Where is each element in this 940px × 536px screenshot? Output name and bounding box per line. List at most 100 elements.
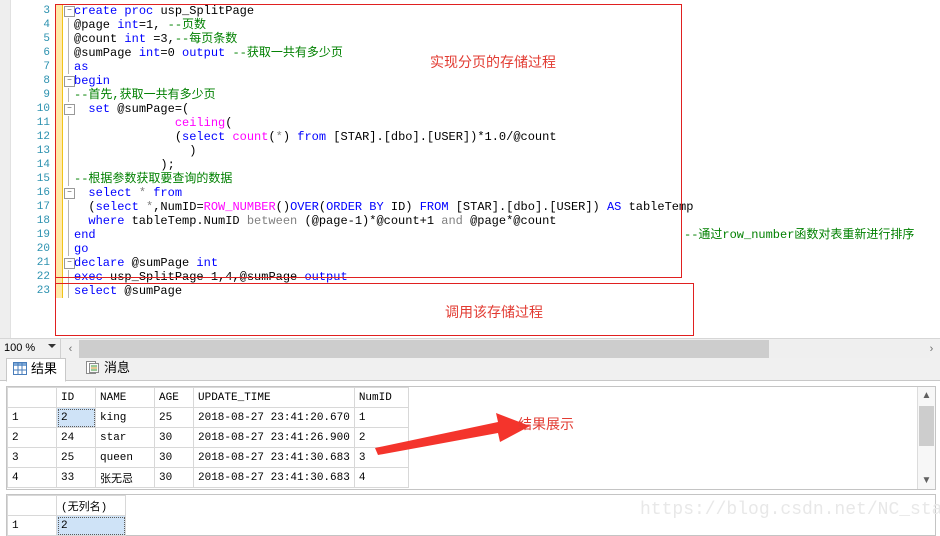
table-row[interactable]: 3 25 queen 30 2018-08-27 23:41:30.683 3 [7, 447, 409, 468]
code-line[interactable]: 10− set @sumPage=( [0, 102, 940, 116]
results-table[interactable]: ID NAME AGE UPDATE_TIME NumID 1 2 king 25 2018-08… [7, 387, 409, 488]
cell-output-value[interactable]: 2 [56, 515, 126, 536]
cell-numid[interactable]: 4 [353, 467, 409, 488]
column-header-numid[interactable]: NumID [353, 387, 409, 408]
fold-guide-line [68, 270, 69, 284]
tab-results[interactable]: 结果 [6, 358, 67, 382]
row-number-cell[interactable]: 1 [7, 407, 57, 428]
fold-guide-line [68, 32, 69, 46]
cell-id[interactable]: 25 [56, 447, 96, 468]
code-line[interactable]: 17 (select *,NumID=ROW_NUMBER()OVER(ORDE… [0, 200, 940, 214]
scroll-left-arrow-icon[interactable]: ‹ [62, 339, 79, 359]
row-number-cell[interactable]: 4 [7, 467, 57, 488]
message-icon [86, 360, 100, 374]
sql-editor-pane[interactable]: 3− create proc usp_SplitPage 4 @page int=1,… [0, 0, 940, 338]
code-line[interactable]: 3− create proc usp_SplitPage [0, 4, 940, 18]
scroll-right-arrow-icon[interactable]: › [923, 339, 940, 359]
output-value-table[interactable]: (无列名) 1 2 [7, 495, 126, 536]
line-number: 18 [36, 215, 50, 227]
scroll-up-arrow-icon[interactable]: ▲ [918, 387, 935, 404]
cell-numid[interactable]: 3 [353, 447, 409, 468]
cell-update_time[interactable]: 2018-08-27 23:41:20.670 [193, 407, 355, 428]
cell-age[interactable]: 30 [154, 467, 194, 488]
row-number-cell[interactable]: 2 [7, 427, 57, 448]
line-number: 6 [43, 47, 50, 59]
editor-status-bar[interactable]: 100 % ‹ › [0, 338, 940, 359]
code-line-text: @count int =3,--每页条数 [74, 32, 238, 46]
line-number: 12 [36, 131, 50, 143]
cell-name[interactable]: queen [95, 447, 155, 468]
code-line[interactable]: 23 select @sumPage [0, 284, 940, 298]
code-line-text: @sumPage int=0 output --获取一共有多少页 [74, 46, 343, 60]
results-grid-primary[interactable]: ID NAME AGE UPDATE_TIME NumID 1 2 king 25 2018-08… [6, 386, 936, 490]
annotation-row-number-comment: --通过row_number函数对表重新进行排序 [684, 228, 915, 242]
cell-age[interactable]: 30 [154, 447, 194, 468]
cell-update_time[interactable]: 2018-08-27 23:41:30.683 [193, 447, 355, 468]
row-number-cell[interactable]: 3 [7, 447, 57, 468]
change-indicator-bar [56, 242, 63, 256]
cell-update_time[interactable]: 2018-08-27 23:41:30.683 [193, 467, 355, 488]
code-line[interactable]: 20 go [0, 242, 940, 256]
line-number: 22 [36, 271, 50, 283]
horizontal-scrollbar-thumb[interactable] [79, 340, 769, 358]
vertical-scrollbar-thumb[interactable] [919, 406, 934, 446]
fold-guide-line [68, 158, 69, 172]
row-number-cell[interactable]: 1 [7, 515, 57, 536]
column-header-update_time[interactable]: UPDATE_TIME [193, 387, 355, 408]
cell-age[interactable]: 30 [154, 427, 194, 448]
annotation-call-label: 调用该存储过程 [445, 305, 543, 321]
code-line[interactable]: 22 exec usp_SplitPage 1,4,@sumPage output [0, 270, 940, 284]
cell-numid[interactable]: 2 [353, 427, 409, 448]
cell-id[interactable]: 2 [56, 407, 96, 428]
code-line[interactable]: 12 (select count(*) from [STAR].[dbo].[U… [0, 130, 940, 144]
line-number: 17 [36, 201, 50, 213]
code-line-text: @page int=1, --页数 [74, 18, 207, 32]
scroll-down-arrow-icon[interactable]: ▼ [918, 472, 935, 489]
line-number: 14 [36, 159, 50, 171]
column-header-name[interactable]: NAME [95, 387, 155, 408]
code-line-text: end [74, 228, 96, 242]
cell-id[interactable]: 33 [56, 467, 96, 488]
row-number-header[interactable] [7, 387, 57, 408]
results-vertical-scrollbar[interactable]: ▲ ▼ [917, 387, 935, 489]
code-line[interactable]: 21− declare @sumPage int [0, 256, 940, 270]
code-line[interactable]: 14 ); [0, 158, 940, 172]
code-line[interactable]: 9 --首先,获取一共有多少页 [0, 88, 940, 102]
column-header-id[interactable]: ID [56, 387, 96, 408]
code-lines-container[interactable]: 3− create proc usp_SplitPage 4 @page int=1,… [0, 4, 940, 298]
table-row[interactable]: 4 33 张无忌 30 2018-08-27 23:41:30.683 4 [7, 467, 409, 488]
change-indicator-bar [56, 186, 63, 200]
cell-id[interactable]: 24 [56, 427, 96, 448]
fold-guide-line [68, 284, 69, 298]
table-row[interactable]: 2 24 star 30 2018-08-27 23:41:26.900 2 [7, 427, 409, 448]
fold-guide-line [68, 144, 69, 158]
table-row[interactable]: 1 2 king 25 2018-08-27 23:41:20.670 1 [7, 407, 409, 428]
cell-name[interactable]: star [95, 427, 155, 448]
tab-messages-label: 消息 [104, 361, 131, 376]
code-line-text: --首先,获取一共有多少页 [74, 88, 216, 102]
code-line-text: (select count(*) from [STAR].[dbo].[USER… [74, 130, 557, 144]
code-line[interactable]: 13 ) [0, 144, 940, 158]
cell-update_time[interactable]: 2018-08-27 23:41:26.900 [193, 427, 355, 448]
code-line[interactable]: 15 --根据参数获取要查询的数据 [0, 172, 940, 186]
cell-name[interactable]: king [95, 407, 155, 428]
row-number-header[interactable] [7, 495, 57, 516]
code-line[interactable]: 8− begin [0, 74, 940, 88]
code-line[interactable]: 11 ceiling( [0, 116, 940, 130]
column-header-noname[interactable]: (无列名) [56, 495, 126, 516]
cell-numid[interactable]: 1 [353, 407, 409, 428]
change-indicator-bar [56, 60, 63, 74]
chevron-down-icon[interactable] [48, 344, 56, 348]
results-tab-strip[interactable]: 结果 消息 [0, 358, 940, 382]
tab-messages[interactable]: 消息 [80, 358, 139, 380]
code-line-text: declare @sumPage int [74, 256, 219, 270]
code-line[interactable]: 16− select * from [0, 186, 940, 200]
code-line-text: --根据参数获取要查询的数据 [74, 172, 233, 186]
code-line[interactable]: 5 @count int =3,--每页条数 [0, 32, 940, 46]
cell-age[interactable]: 25 [154, 407, 194, 428]
table-row[interactable]: 12 [7, 515, 126, 536]
column-header-age[interactable]: AGE [154, 387, 194, 408]
cell-name[interactable]: 张无忌 [95, 467, 155, 488]
code-line-text: select @sumPage [74, 284, 183, 298]
code-line[interactable]: 4 @page int=1, --页数 [0, 18, 940, 32]
